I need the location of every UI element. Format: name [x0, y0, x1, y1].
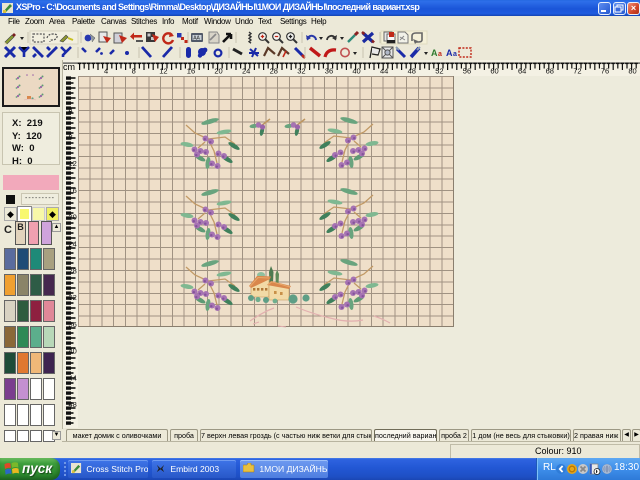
svg-text:20: 20	[214, 67, 222, 76]
svg-text:12: 12	[159, 67, 167, 76]
svg-text:56: 56	[463, 67, 471, 76]
svg-text:28: 28	[69, 266, 77, 275]
svg-text:68: 68	[546, 67, 554, 76]
svg-text:32: 32	[297, 67, 305, 76]
svg-text:80: 80	[628, 67, 636, 76]
svg-text:A: A	[446, 48, 453, 58]
svg-text:48: 48	[69, 400, 77, 409]
svg-text:32: 32	[69, 293, 77, 302]
svg-text:16: 16	[187, 67, 195, 76]
svg-text:4: 4	[104, 67, 108, 76]
svg-text:64: 64	[518, 67, 526, 76]
svg-text:40: 40	[352, 67, 360, 76]
svg-text:12: 12	[69, 159, 77, 168]
svg-text:24: 24	[69, 240, 77, 249]
svg-text:44: 44	[380, 67, 388, 76]
svg-text:AA: AA	[193, 36, 200, 42]
svg-text:72: 72	[573, 67, 581, 76]
svg-text:36: 36	[69, 320, 77, 329]
svg-text:28: 28	[270, 67, 278, 76]
svg-text:4: 4	[69, 106, 73, 115]
svg-text:44: 44	[69, 373, 77, 382]
svg-text:24: 24	[242, 67, 250, 76]
svg-text:8: 8	[132, 67, 136, 76]
svg-text:20: 20	[69, 213, 77, 222]
svg-text:8: 8	[69, 133, 73, 142]
svg-text:a: a	[438, 51, 442, 58]
svg-text:36: 36	[325, 67, 333, 76]
svg-text:40: 40	[69, 347, 77, 356]
svg-text:16: 16	[69, 186, 77, 195]
svg-text:60: 60	[490, 67, 498, 76]
svg-text:A: A	[431, 48, 438, 58]
svg-text:52: 52	[435, 67, 443, 76]
svg-text:a: a	[453, 51, 457, 58]
svg-text:48: 48	[408, 67, 416, 76]
svg-text:76: 76	[601, 67, 609, 76]
